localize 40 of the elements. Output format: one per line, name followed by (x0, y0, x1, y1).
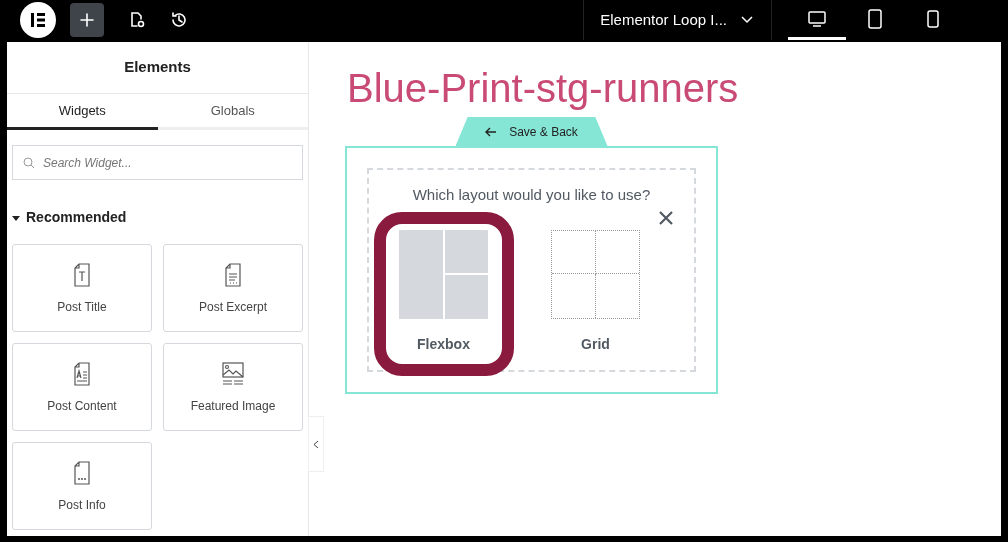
mobile-icon (926, 8, 940, 29)
grid-layout-icon (551, 229, 640, 319)
widget-label: Post Info (58, 496, 106, 514)
widget-card[interactable]: Featured Image (163, 343, 303, 431)
layout-prompt: Which layout would you like to use? (412, 185, 651, 205)
panel-tab[interactable]: Widgets (7, 94, 158, 130)
widget-label: Post Title (57, 298, 107, 316)
caret-icon (12, 213, 20, 222)
text-document-icon (72, 260, 92, 288)
chevron-down-icon (741, 16, 753, 24)
widget-card[interactable]: Post Excerpt (163, 244, 303, 332)
document-gear-icon (128, 11, 146, 29)
widget-card[interactable]: Post Info (12, 442, 152, 530)
search-field[interactable]: Search Widget... (12, 145, 303, 180)
widget-card[interactable]: Post Content (12, 343, 152, 431)
layout-option[interactable]: Grid (525, 211, 666, 376)
close-icon[interactable] (658, 210, 674, 226)
desktop-icon (807, 9, 827, 28)
widget-label: Featured Image (190, 397, 276, 415)
history-icon (170, 11, 188, 29)
panel-title: Elements (7, 42, 308, 94)
flexbox-layout-icon (399, 229, 488, 319)
section-toggle[interactable]: Recommended (12, 207, 308, 228)
widget-label: Post Excerpt (199, 298, 267, 316)
page-heading: Blue-Print-stg-runners (347, 65, 739, 112)
document-dots-icon (72, 458, 92, 486)
chevron-left-icon (313, 439, 319, 449)
tablet-icon (867, 8, 883, 29)
image-icon (221, 359, 245, 387)
widget-label: Post Content (47, 397, 117, 415)
save-back-button[interactable]: Save & Back (455, 117, 608, 146)
add-element-button[interactable] (70, 3, 104, 37)
document-text-icon (72, 359, 92, 387)
document-title-dropdown[interactable]: Elementor Loop I... (583, 0, 771, 40)
document-lines-icon (223, 260, 243, 288)
arrow-left-icon (485, 126, 498, 137)
widget-card[interactable]: Post Title (12, 244, 152, 332)
layout-option[interactable]: Flexbox (373, 211, 514, 376)
search-icon (23, 157, 35, 169)
plus-icon (79, 12, 95, 28)
